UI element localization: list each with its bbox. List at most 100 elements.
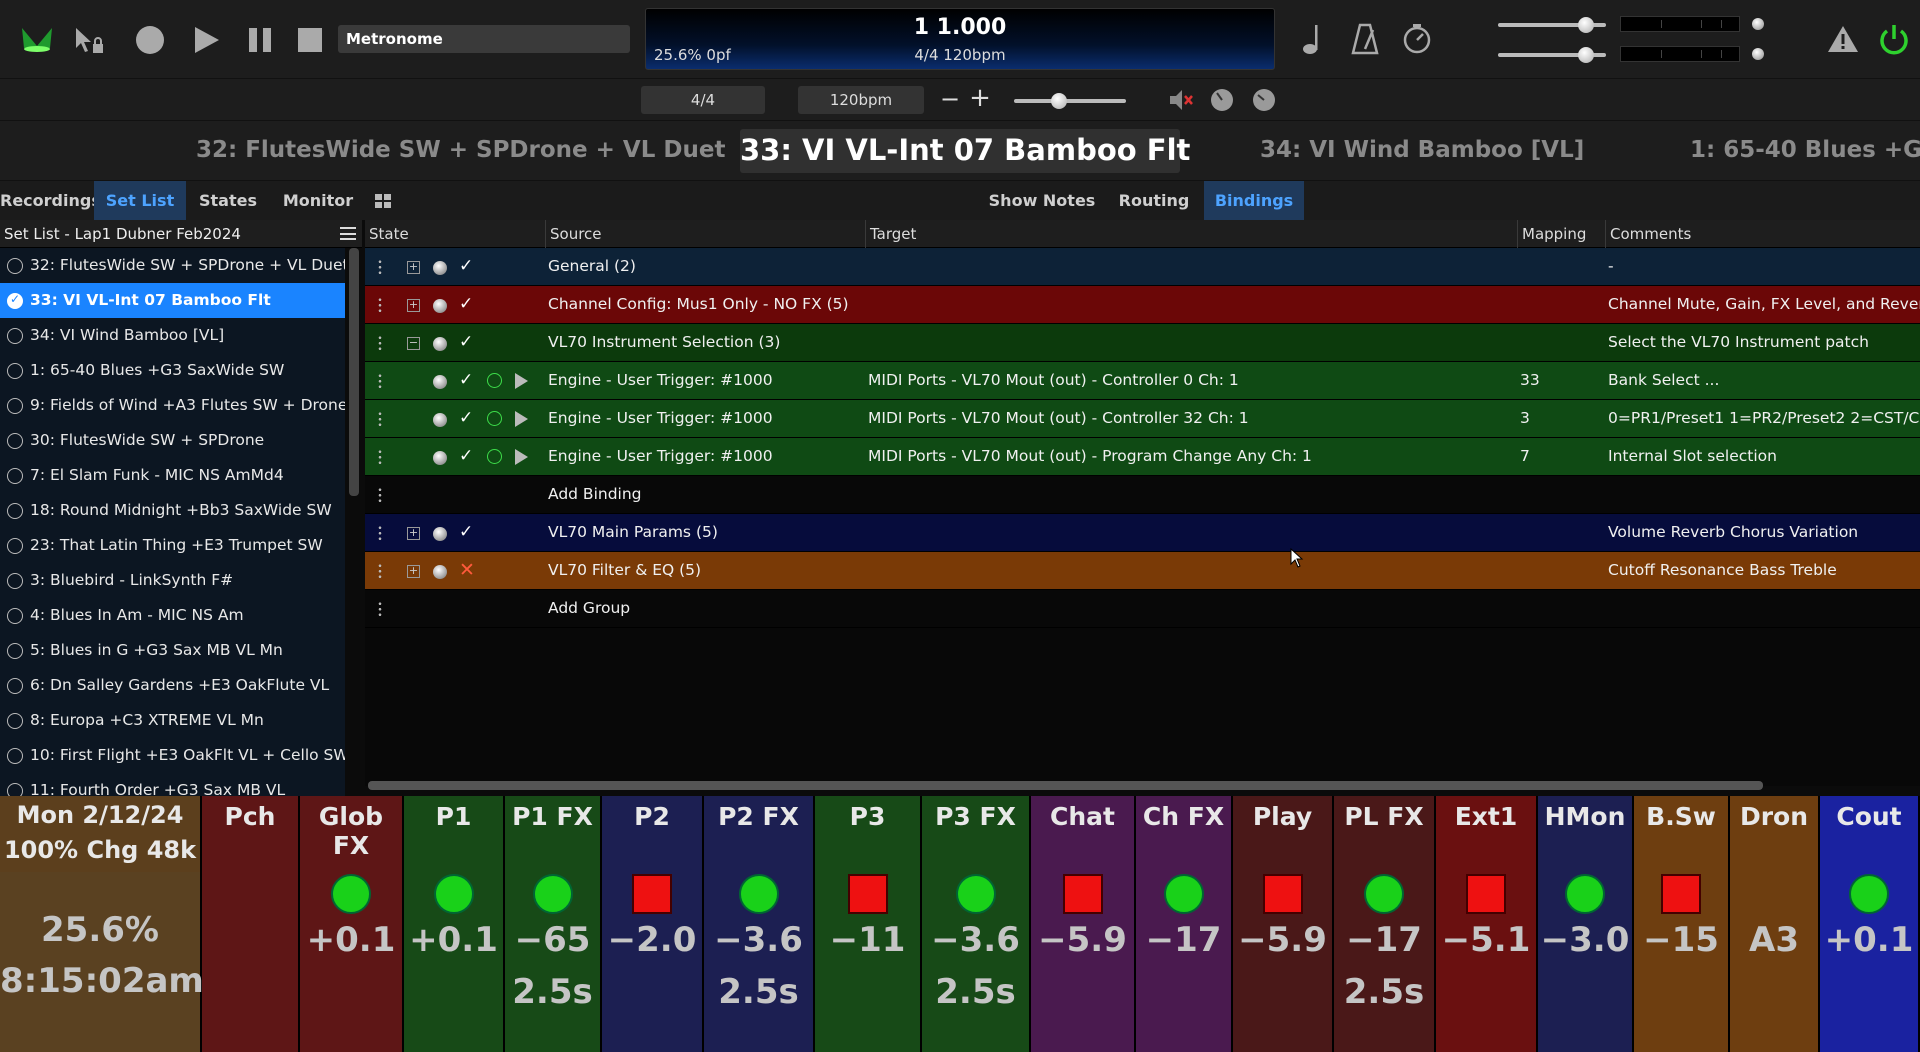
accent-knob-icon[interactable] — [1252, 88, 1276, 112]
cell-source[interactable]: Add Binding — [548, 485, 858, 503]
pause-icon[interactable] — [244, 24, 276, 56]
next-song-2[interactable]: 1: 65-40 Blues +G3 SaxWide SW — [1690, 137, 1920, 163]
drag-handle-icon[interactable] — [378, 335, 382, 351]
setlist-radio-icon[interactable] — [7, 643, 23, 659]
stop-icon[interactable] — [296, 26, 324, 54]
enable-led-icon[interactable] — [433, 299, 447, 313]
drag-handle-icon[interactable] — [378, 259, 382, 275]
menu-icon[interactable] — [340, 227, 356, 240]
setlist-radio-icon[interactable] — [7, 468, 23, 484]
setlist-item[interactable]: 5: Blues in G +G3 Sax MB VL Mn — [0, 633, 345, 668]
mixer-strip[interactable]: P2 −2.0 — [602, 796, 702, 1052]
strip-mute-button[interactable] — [1661, 874, 1701, 914]
drag-handle-icon[interactable] — [378, 601, 382, 617]
add-row[interactable]: Add Binding — [365, 476, 1920, 514]
strip-mute-button[interactable] — [1062, 874, 1103, 914]
setlist-item[interactable]: 4: Blues In Am - MIC NS Am — [0, 598, 345, 633]
setlist-radio-icon[interactable] — [7, 608, 23, 624]
table-horizontal-scrollbar[interactable] — [368, 781, 1763, 790]
test-trigger-icon[interactable] — [515, 411, 528, 427]
group-row[interactable]: + ✓ VL70 Main Params (5) Volume Reverb Chor… — [365, 514, 1920, 552]
master-volume-slider-knob[interactable] — [1578, 17, 1594, 33]
column-state[interactable]: State — [365, 220, 545, 248]
strip-on-button[interactable] — [532, 874, 573, 914]
power-icon[interactable] — [1877, 22, 1911, 56]
mixer-strip[interactable]: P1 +0.1 — [404, 796, 503, 1052]
tab-states[interactable]: States — [190, 181, 266, 221]
mixer-strip[interactable]: PL FX −17 2.5s — [1334, 796, 1434, 1052]
previous-song[interactable]: 32: FlutesWide SW + SPDrone + VL Duet — [196, 137, 725, 163]
monitor-volume-slider-knob[interactable] — [1578, 47, 1594, 63]
setlist-radio-icon[interactable] — [7, 503, 23, 519]
metronome-volume-slider-track[interactable] — [1014, 99, 1126, 103]
mixer-strip[interactable]: Dron A3 — [1730, 796, 1818, 1052]
mixer-strip[interactable]: B.Sw −15 — [1634, 796, 1728, 1052]
tab-recordings[interactable]: Recordings — [0, 181, 101, 221]
next-song[interactable]: 34: VI Wind Bamboo [VL] — [1260, 137, 1584, 163]
setlist-radio-icon[interactable] — [7, 573, 23, 589]
setlist-item[interactable]: 10: First Flight +E3 OakFlt VL + Cello S… — [0, 738, 345, 773]
setlist-radio-icon[interactable] — [7, 783, 23, 796]
group-row[interactable]: − ✓ VL70 Instrument Selection (3) Select th… — [365, 324, 1920, 362]
metronome-icon[interactable] — [1350, 22, 1380, 56]
strip-on-button[interactable] — [955, 874, 996, 914]
expand-icon[interactable]: + — [407, 261, 420, 274]
clip-indicator-bottom[interactable] — [1752, 48, 1764, 60]
mixer-strip[interactable]: Ch FX −17 — [1136, 796, 1231, 1052]
enabled-check-icon[interactable]: ✓ — [459, 522, 473, 542]
app-logo-icon[interactable] — [20, 24, 54, 54]
enabled-check-icon[interactable]: ✓ — [459, 408, 473, 428]
enabled-check-icon[interactable]: ✓ — [459, 446, 473, 466]
enabled-check-icon[interactable]: ✓ — [459, 256, 473, 276]
test-trigger-icon[interactable] — [515, 449, 528, 465]
setlist-item[interactable]: 18: Round Midnight +Bb3 SaxWide SW — [0, 493, 345, 528]
enable-led-icon[interactable] — [433, 451, 447, 465]
pan-knob-icon[interactable] — [1210, 88, 1234, 112]
mixer-strip[interactable]: Pch — [202, 796, 298, 1052]
group-row[interactable]: + ✓ General (2) - — [365, 248, 1920, 286]
setlist-item[interactable]: 1: 65-40 Blues +G3 SaxWide SW — [0, 353, 345, 388]
setlist-item[interactable]: 11: Fourth Order +G3 Sax MB VL — [0, 773, 345, 796]
current-song[interactable]: 33: VI VL-Int 07 Bamboo Flt — [740, 129, 1190, 173]
enable-led-icon[interactable] — [433, 413, 447, 427]
mixer-strip[interactable]: P2 FX −3.6 2.5s — [704, 796, 813, 1052]
tempo-clock-icon[interactable] — [1401, 22, 1433, 56]
setlist-radio-icon[interactable] — [7, 363, 23, 379]
drag-handle-icon[interactable] — [378, 563, 382, 579]
tab-routing[interactable]: Routing — [1110, 181, 1198, 221]
mixer-strip[interactable]: Chat −5.9 — [1031, 796, 1134, 1052]
test-trigger-icon[interactable] — [515, 373, 528, 389]
clip-indicator-top[interactable] — [1752, 18, 1764, 30]
setlist-radio-icon[interactable] — [7, 713, 23, 729]
strip-mute-button[interactable] — [632, 874, 672, 914]
mixer-strip[interactable]: Glob FX +0.1 — [300, 796, 402, 1052]
enable-led-icon[interactable] — [433, 261, 447, 275]
strip-on-button[interactable] — [433, 874, 474, 914]
enable-led-icon[interactable] — [433, 565, 447, 579]
transport-display[interactable]: 1 1.000 25.6% 0pf 4/4 120bpm — [645, 8, 1275, 70]
binding-row[interactable]: ✓ Engine - User Trigger: #1000 MIDI Ports … — [365, 400, 1920, 438]
binding-row[interactable]: ✓ Engine - User Trigger: #1000 MIDI Ports … — [365, 438, 1920, 476]
trigger-clock-icon[interactable] — [487, 449, 502, 464]
setlist-item[interactable]: 8: Europa +C3 XTREME VL Mn — [0, 703, 345, 738]
mixer-strip[interactable]: Ext1 −5.1 — [1436, 796, 1536, 1052]
setlist-radio-icon[interactable] — [7, 292, 23, 309]
play-icon[interactable] — [190, 24, 222, 56]
collapse-icon[interactable]: − — [407, 337, 420, 350]
enable-led-icon[interactable] — [433, 375, 447, 389]
setlist-radio-icon[interactable] — [7, 433, 23, 449]
column-mapping[interactable]: Mapping — [1517, 220, 1605, 248]
drag-handle-icon[interactable] — [378, 525, 382, 541]
setlist-radio-icon[interactable] — [7, 398, 23, 414]
tab-show-notes[interactable]: Show Notes — [986, 181, 1098, 221]
expand-icon[interactable]: + — [407, 299, 420, 312]
drag-handle-icon[interactable] — [378, 449, 382, 465]
enable-led-icon[interactable] — [433, 337, 447, 351]
metronome-volume-slider-knob[interactable] — [1051, 93, 1067, 109]
record-icon[interactable] — [134, 24, 166, 56]
grid-view-icon[interactable] — [374, 193, 392, 209]
setlist-radio-icon[interactable] — [7, 748, 23, 764]
strip-on-button[interactable] — [1364, 874, 1404, 914]
group-row[interactable]: + ✕ VL70 Filter & EQ (5) Cutoff Resonance B… — [365, 552, 1920, 590]
time-signature-field[interactable]: 4/4 — [641, 86, 765, 114]
